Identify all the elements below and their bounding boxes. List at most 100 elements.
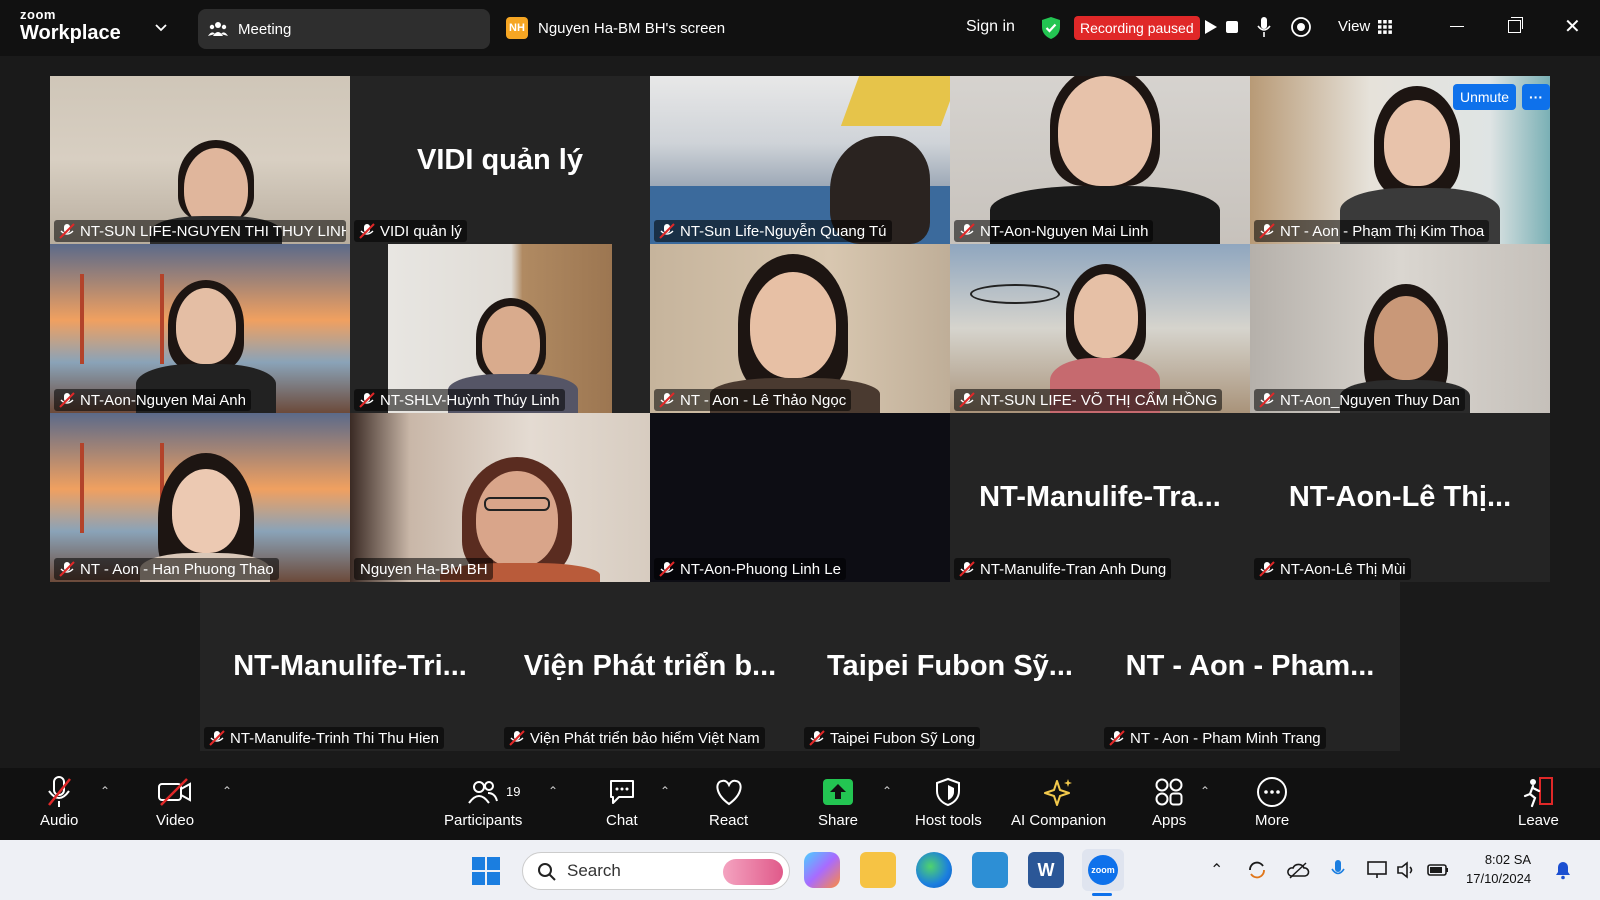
participant-name: Taipei Fubon Sỹ Long [830, 729, 976, 747]
stop-recording-icon[interactable] [1226, 21, 1238, 33]
edge-browser-icon[interactable] [916, 852, 952, 888]
zoom-logo: zoom Workplace [20, 8, 121, 43]
participant-display-name: VIDI quản lý [417, 143, 583, 176]
participant-name: NT-Aon-Nguyen Mai Anh [80, 391, 246, 409]
participant-tile[interactable]: NT - Aon - Pham... NT - Aon - Pham Minh … [1100, 582, 1400, 751]
copilot-app-icon[interactable] [804, 852, 840, 888]
view-button[interactable]: View [1338, 18, 1393, 35]
participant-tile[interactable]: NT-SUN LIFE- VÕ THỊ CẨM HỒNG [950, 244, 1250, 413]
participant-display-name: NT-Manulife-Tri... [233, 650, 467, 682]
mic-muted-icon [59, 392, 75, 408]
participant-tile[interactable]: NT-Sun Life-Nguyễn Quang Tú [650, 76, 950, 244]
mic-muted-icon [209, 730, 225, 746]
participant-name-label: NT-SUN LIFE- VÕ THỊ CẨM HỒNG [954, 389, 1223, 411]
zoom-window: zoom Workplace Meeting NH Nguyen Ha-BM B… [0, 0, 1600, 900]
video-button[interactable]: Video [156, 774, 194, 829]
top-bar: zoom Workplace Meeting NH Nguyen Ha-BM B… [0, 0, 1600, 56]
screen-share-indicator[interactable]: NH Nguyen Ha-BM BH's screen [506, 17, 725, 39]
battery-icon[interactable] [1426, 862, 1450, 878]
volume-icon[interactable] [1396, 860, 1418, 880]
clock-date: 17/10/2024 [1466, 871, 1532, 886]
video-off-icon [158, 778, 192, 806]
meeting-tab[interactable]: Meeting [198, 9, 490, 49]
security-shield-icon[interactable] [1040, 16, 1062, 40]
network-icon[interactable] [1366, 860, 1388, 880]
mic-muted-icon [659, 223, 675, 239]
word-app-icon[interactable]: W [1028, 852, 1064, 888]
sync-icon[interactable] [1246, 860, 1268, 880]
microphone-icon[interactable] [1256, 16, 1272, 38]
participant-tile[interactable]: NT-SHLV-Huỳnh Thúy Linh [350, 244, 650, 413]
participant-tile[interactable]: NT - Aon - Han Phuong Thao [50, 413, 350, 582]
active-speaker-tile[interactable]: Nguyen Ha-BM BH [350, 413, 650, 582]
minimize-icon[interactable] [1450, 26, 1464, 27]
zoom-app-icon[interactable]: zoom [1082, 849, 1124, 891]
onedrive-icon[interactable] [1286, 860, 1310, 880]
share-screen-icon [823, 779, 854, 805]
mic-muted-icon [1259, 392, 1275, 408]
participant-name: NT - Aon - Han Phuong Thao [80, 560, 274, 578]
more-button[interactable]: More [1255, 774, 1289, 829]
chat-options-caret[interactable]: ⌃ [660, 784, 670, 798]
restore-icon[interactable] [1508, 17, 1523, 33]
participant-tile[interactable]: NT-Aon-Phuong Linh Le [650, 413, 950, 582]
participant-tile[interactable]: NT-Aon-Lê Thị... NT-Aon-Lê Thị Mùi [1250, 413, 1550, 582]
participants-options-caret[interactable]: ⌃ [548, 784, 558, 798]
tile-more-options-button[interactable]: ··· [1522, 84, 1550, 110]
participant-tile[interactable]: NT-SUN LIFE-NGUYEN THI THUY LINH [50, 76, 350, 244]
mic-muted-icon [509, 730, 525, 746]
participant-video [50, 244, 350, 413]
recording-status-badge[interactable]: Recording paused [1074, 16, 1200, 40]
participant-tile[interactable]: Taipei Fubon Sỹ... Taipei Fubon Sỹ Long [800, 582, 1100, 751]
participant-tile[interactable]: NT-Manulife-Tra... NT-Manulife-Tran Anh … [950, 413, 1250, 582]
close-icon[interactable]: ✕ [1564, 17, 1581, 37]
chat-button[interactable]: Chat [606, 774, 638, 829]
participant-tile[interactable]: NT-Manulife-Tri... NT-Manulife-Trinh Thi… [200, 582, 500, 751]
unmute-participant-button[interactable]: Unmute [1453, 84, 1517, 110]
sign-in-link[interactable]: Sign in [966, 18, 1015, 36]
ai-companion-button[interactable]: AI Companion [1011, 774, 1106, 829]
share-options-caret[interactable]: ⌃ [882, 784, 892, 798]
participant-tile[interactable]: NT-Aon-Nguyen Mai Anh [50, 244, 350, 413]
react-button[interactable]: React [709, 774, 748, 829]
taskbar-search-input[interactable]: Search [522, 852, 790, 890]
participant-name-label: NT-Aon-Phuong Linh Le [654, 558, 846, 580]
chevron-down-icon[interactable] [154, 20, 168, 34]
notification-bell-icon[interactable] [1554, 860, 1572, 880]
participant-name-label: NT - Aon - Han Phuong Thao [54, 558, 279, 580]
participant-name-label: NT-Aon-Nguyen Mai Anh [54, 389, 251, 411]
participant-name-label: NT-Aon_Nguyen Thuy Dan [1254, 389, 1465, 411]
participant-name: NT-SUN LIFE- VÕ THỊ CẨM HỒNG [980, 391, 1218, 409]
video-options-caret[interactable]: ⌃ [222, 784, 232, 798]
participant-tile[interactable]: NT-Aon_Nguyen Thuy Dan [1250, 244, 1550, 413]
leave-button[interactable]: Leave [1518, 774, 1559, 829]
microphone-tray-icon[interactable] [1330, 858, 1346, 882]
photos-app-icon[interactable] [972, 852, 1008, 888]
share-button[interactable]: Share [818, 774, 858, 829]
participant-tile[interactable]: Viện Phát triển b... Viện Phát triển bảo… [500, 582, 800, 751]
leave-door-icon [1524, 777, 1554, 808]
participants-label: Participants [444, 812, 523, 829]
participants-button[interactable]: Participants [444, 774, 522, 829]
participant-name: NT-Sun Life-Nguyễn Quang Tú [680, 222, 887, 240]
windows-start-icon[interactable] [471, 856, 501, 886]
apps-button[interactable]: Apps [1152, 774, 1186, 829]
participant-display-name: Taipei Fubon Sỹ... [827, 650, 1073, 682]
logo-workplace-text: Workplace [20, 22, 121, 44]
audio-button[interactable]: Audio [40, 774, 78, 829]
file-explorer-icon[interactable] [860, 852, 896, 888]
resume-recording-icon[interactable] [1204, 19, 1218, 35]
participant-tile[interactable]: VIDI quản lý VIDI quản lý [350, 76, 650, 244]
participant-tile[interactable]: NT - Aon - Lê Thảo Ngọc [650, 244, 950, 413]
react-label: React [709, 812, 749, 829]
apps-options-caret[interactable]: ⌃ [1200, 784, 1210, 798]
record-indicator-icon[interactable] [1290, 16, 1312, 38]
host-tools-button[interactable]: Host tools [915, 774, 982, 829]
participant-tile[interactable]: NT-Aon-Nguyen Mai Linh [950, 76, 1250, 244]
chevron-up-icon[interactable]: ⌃ [1210, 860, 1223, 880]
mic-muted-icon [359, 223, 375, 239]
sparkle-icon [1043, 779, 1072, 806]
audio-options-caret[interactable]: ⌃ [100, 784, 110, 798]
participant-name: NT - Aon - Lê Thảo Ngọc [680, 391, 847, 409]
system-clock[interactable]: 8:02 SA 17/10/2024 [1466, 850, 1531, 888]
